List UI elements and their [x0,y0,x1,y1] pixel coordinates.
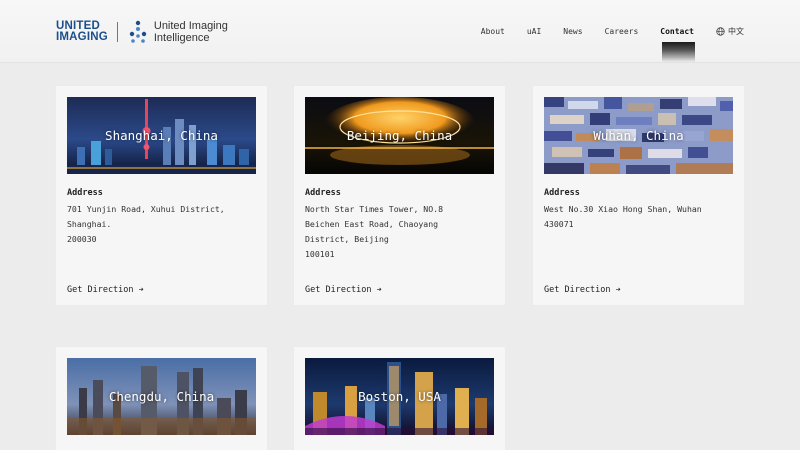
wuhan-image: Wuhan, China [544,97,733,174]
nav-about[interactable]: About [481,27,505,36]
uii-logo-mark-icon [129,20,147,43]
boston-image: Boston, USA [305,358,494,435]
address-label: Address [67,188,103,198]
shanghai-image: Shanghai, China [67,97,256,174]
location-card-beijing: Beijing, China Address North Star Times … [294,86,505,305]
address-text: 701 Yunjin Road, Xuhui District, Shangha… [67,204,225,244]
uii-logo-text: United Imaging Intelligence [154,20,228,44]
location-city-title: Shanghai, China [105,128,218,143]
globe-icon [716,27,725,36]
location-card-shanghai: Shanghai, China Address 701 Yunjin Road,… [56,86,267,305]
location-card-chengdu: Chengdu, China [56,347,267,450]
nav-news[interactable]: News [563,27,582,36]
location-city-title: Beijing, China [346,128,453,143]
address-label: Address [544,188,580,198]
nav-contact[interactable]: Contact [660,27,694,36]
logo-imaging-word: IMAGING [56,31,108,43]
nav-careers[interactable]: Careers [605,27,639,36]
address-text: West No.30 Xiao Hong Shan, Wuhan 430071 [544,204,702,229]
beijing-image: Beijing, China [305,97,494,174]
location-card-wuhan: Wuhan, China Address West No.30 Xiao Hon… [533,86,744,305]
address-label: Address [305,188,341,198]
logo-divider [116,22,118,42]
main-nav: About uAI News Careers Contact 中文 [459,26,744,37]
logo-uii-line1: United Imaging [153,20,228,32]
location-city-title: Wuhan, China [593,128,684,143]
chengdu-image: Chengdu, China [67,358,256,435]
location-city-title: Chengdu, China [108,389,215,404]
brand-logo[interactable]: UNITED IMAGING United Imaging Intelligen… [56,20,228,44]
get-direction-link-shanghai[interactable]: Get Direction ➔ [67,285,144,295]
nav-uai[interactable]: uAI [527,27,541,36]
location-card-boston: Boston, USA [294,347,505,450]
logo-uii-line2: Intelligence [153,32,210,44]
language-label: 中文 [728,27,744,36]
location-city-title: Boston, USA [358,389,441,404]
get-direction-link-beijing[interactable]: Get Direction ➔ [305,285,382,295]
united-imaging-logo-text: UNITED IMAGING [56,20,108,43]
language-switch[interactable]: 中文 [716,26,744,37]
address-text: North Star Times Tower, NO.8 Beichen Eas… [305,204,444,259]
active-nav-indicator [662,42,695,62]
get-direction-link-wuhan[interactable]: Get Direction ➔ [544,285,621,295]
